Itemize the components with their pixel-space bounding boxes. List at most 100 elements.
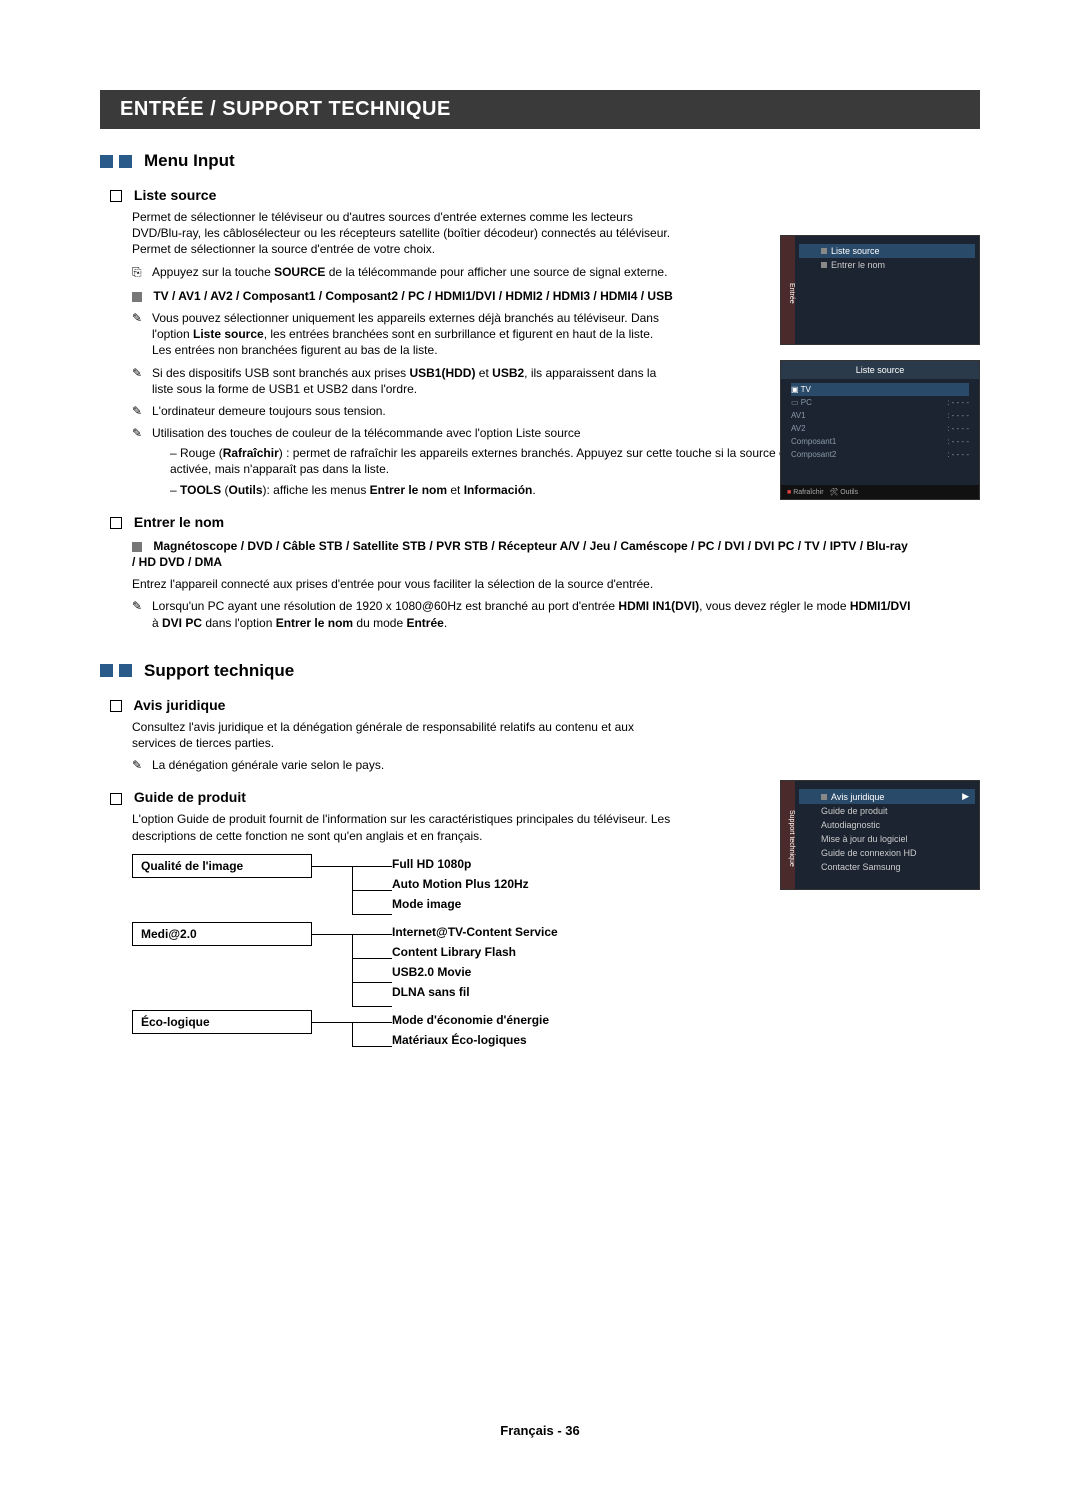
bullet-devices: Magnétoscope / DVD / Câble STB / Satelli… <box>132 538 912 570</box>
osd-label: Avis juridique <box>831 792 884 802</box>
bullet-sources: TV / AV1 / AV2 / Composant1 / Composant2… <box>132 288 892 304</box>
text: La dénégation générale varie selon le pa… <box>152 757 672 773</box>
tree-item: Matériaux Éco-logiques <box>392 1030 980 1050</box>
paragraph: Entrez l'appareil connecté aux prises d'… <box>132 576 892 592</box>
paragraph: L'option Guide de produit fournit de l'i… <box>132 811 672 843</box>
section-menu-input: Menu Input <box>100 151 980 171</box>
text: Rouge ( <box>180 446 223 460</box>
text: à <box>152 616 162 630</box>
note-icon: ✎ <box>132 365 152 397</box>
text: Entrée <box>406 616 443 630</box>
text: dans l'option <box>202 616 276 630</box>
note-icon: ✎ <box>132 425 152 441</box>
checkbox-icon <box>110 793 122 805</box>
osd-row: ▣ TV <box>791 383 969 396</box>
osd-row: Liste source <box>799 244 975 258</box>
text: et <box>475 366 492 380</box>
osd-row: Entrer le nom <box>799 258 975 272</box>
paragraph: Consultez l'avis juridique et la dénégat… <box>132 719 672 751</box>
sub-head: Guide de produit <box>134 789 246 805</box>
text: TV / AV1 / AV2 / Composant1 / Composant2… <box>153 289 672 303</box>
tree-box: Medi@2.0 <box>132 922 312 946</box>
text: Liste source <box>193 327 264 341</box>
sub-avis: Avis juridique <box>110 697 980 713</box>
osd-row: Avis juridique▶ <box>799 789 975 804</box>
sub-entrer-nom: Entrer le nom <box>110 514 980 530</box>
square-bullet-icon <box>132 542 142 552</box>
text: Lorsqu'un PC ayant une résolution de 192… <box>152 599 618 613</box>
text: du mode <box>353 616 406 630</box>
text: TOOLS <box>180 483 221 497</box>
text: . <box>532 483 535 497</box>
osd-label: Guide de produit <box>821 806 888 816</box>
osd-row: Composant1: - - - - <box>791 435 969 448</box>
text: ): affiche les menus <box>263 483 370 497</box>
section-marker <box>100 664 113 677</box>
tree-item: Internet@TV-Content Service <box>392 922 980 942</box>
text: HDMI1/DVI <box>850 599 911 613</box>
checkbox-icon <box>110 517 122 529</box>
note-icon: ✎ <box>132 598 152 630</box>
text: L'ordinateur demeure toujours sous tensi… <box>152 403 672 419</box>
text: Entrer le nom <box>276 616 353 630</box>
section-support: Support technique <box>100 661 980 681</box>
osd-title: Liste source <box>781 361 979 379</box>
section-marker <box>119 155 132 168</box>
text: Entrer le nom <box>370 483 447 497</box>
osd-tab: Support technique <box>781 781 795 889</box>
text: HDMI IN1(DVI) <box>618 599 699 613</box>
note-row: ⎘ Appuyez sur la touche SOURCE de la tél… <box>132 264 672 280</box>
text: Outils <box>228 483 262 497</box>
osd-support: Support technique Avis juridique▶ Guide … <box>780 780 980 890</box>
osd-liste-source: Liste source ▣ TV ▭ PC: - - - - AV1: - -… <box>780 360 980 500</box>
note-row: ✎ Utilisation des touches de couleur de … <box>132 425 672 441</box>
text: . <box>444 616 447 630</box>
osd-row: ▭ PC: - - - - <box>791 396 969 409</box>
osd-row: Guide de produit <box>799 804 975 818</box>
tree-item: Content Library Flash <box>392 942 980 962</box>
note-row: ✎ Si des dispositifs USB sont branchés a… <box>132 365 672 397</box>
text: , vous devez régler le mode <box>699 599 850 613</box>
osd-footer: ■ Rafraîchir 🛠 Outils <box>781 485 979 499</box>
text: Rafraîchir <box>223 446 279 460</box>
checkbox-icon <box>110 700 122 712</box>
osd-row: Contacter Samsung <box>799 860 975 874</box>
note-icon: ✎ <box>132 310 152 359</box>
osd-row: Guide de connexion HD <box>799 846 975 860</box>
note-row: ✎ L'ordinateur demeure toujours sous ten… <box>132 403 672 419</box>
sub-head: Liste source <box>134 187 216 203</box>
osd-entree: Entrée Liste source Entrer le nom <box>780 235 980 345</box>
section-marker <box>119 664 132 677</box>
osd-label: Liste source <box>831 246 880 256</box>
tree-item: Mode d'économie d'énergie <box>392 1010 980 1030</box>
tree-item: Mode image <box>392 894 980 914</box>
page-footer: Français - 36 <box>0 1423 1080 1438</box>
dash-row: Rouge (Rafraîchir) : permet de rafraîchi… <box>170 445 870 477</box>
text: Utilisation des touches de couleur de la… <box>152 425 672 441</box>
dash-row: TOOLS (Outils): affiche les menus Entrer… <box>170 482 870 498</box>
osd-row: Autodiagnostic <box>799 818 975 832</box>
text: Appuyez sur la touche <box>152 265 274 279</box>
text: USB2 <box>492 366 524 380</box>
osd-label: Mise à jour du logiciel <box>821 834 908 844</box>
note-row: ✎ La dénégation générale varie selon le … <box>132 757 672 773</box>
sub-head: Entrer le nom <box>134 514 224 530</box>
tree-item: DLNA sans fil <box>392 982 980 1002</box>
osd-row: AV1: - - - - <box>791 409 969 422</box>
osd-label: Autodiagnostic <box>821 820 880 830</box>
text: USB1(HDD) <box>409 366 475 380</box>
checkbox-icon <box>110 190 122 202</box>
note-row: ✎ Lorsqu'un PC ayant une résolution de 1… <box>132 598 912 630</box>
text: SOURCE <box>274 265 325 279</box>
square-bullet-icon <box>132 292 142 302</box>
note-icon: ✎ <box>132 757 152 773</box>
osd-tab: Entrée <box>781 236 795 344</box>
tree-box: Éco-logique <box>132 1010 312 1034</box>
text: Información <box>464 483 533 497</box>
chapter-bar: ENTRÉE / SUPPORT TECHNIQUE <box>100 90 980 129</box>
text: Magnétoscope / DVD / Câble STB / Satelli… <box>132 539 908 569</box>
osd-label: Entrer le nom <box>831 260 885 270</box>
tree-item: USB2.0 Movie <box>392 962 980 982</box>
section-title: Menu Input <box>144 151 235 171</box>
osd-row: AV2: - - - - <box>791 422 969 435</box>
